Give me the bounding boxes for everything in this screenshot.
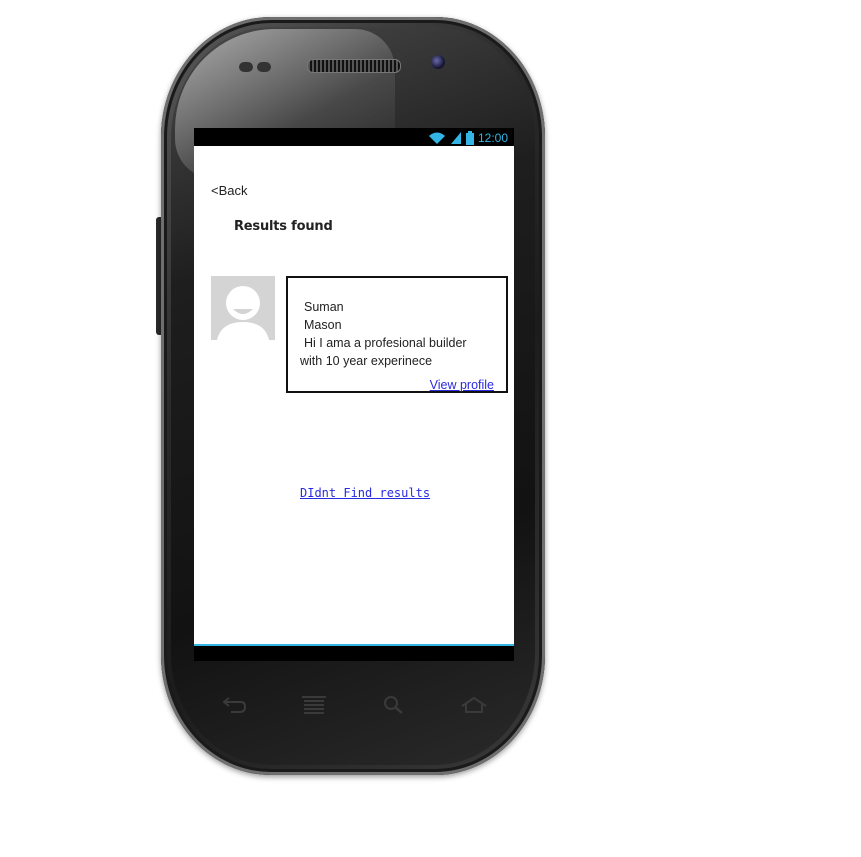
front-camera: [431, 55, 445, 69]
status-icons: 12:00: [428, 130, 508, 146]
light-sensor: [257, 62, 271, 72]
battery-icon: [465, 131, 474, 145]
home-nav-icon: [461, 696, 487, 713]
earpiece-speaker: [307, 59, 401, 73]
recent-apps-icon: [302, 696, 326, 714]
wifi-icon: [428, 132, 445, 144]
avatar: [211, 276, 275, 340]
result-bio-line-2: with 10 year experinece: [300, 354, 433, 368]
result-bio-line-1: Hi I ama a profesional builder: [304, 336, 467, 350]
page-title: Results found: [234, 219, 333, 234]
recent-apps-button[interactable]: [294, 690, 334, 720]
signal-icon: [450, 132, 461, 144]
result-first-name: Suman: [304, 300, 344, 314]
status-bar: 12:00: [194, 128, 514, 146]
back-nav-icon: [222, 697, 247, 713]
back-link[interactable]: <Back: [211, 183, 248, 198]
result-card: Suman Mason Hi I ama a profesional build…: [286, 276, 508, 393]
app-content: <Back Results found Suman Mason Hi I ama…: [194, 146, 514, 644]
phone-screen: 12:00 <Back Results found Suman Mason Hi…: [194, 128, 514, 661]
navigation-bar: [194, 680, 514, 730]
search-nav-button[interactable]: [374, 690, 414, 720]
home-nav-button[interactable]: [454, 690, 494, 720]
proximity-sensor: [239, 62, 253, 72]
didnt-find-results-link[interactable]: DIdnt Find results: [300, 486, 430, 500]
avatar-placeholder-icon: [211, 276, 275, 340]
view-profile-link[interactable]: View profile: [430, 378, 494, 392]
status-time: 12:00: [477, 131, 508, 145]
back-nav-button[interactable]: [214, 690, 254, 720]
search-nav-icon: [384, 696, 403, 714]
bottom-accent-line: [194, 644, 514, 646]
result-last-name: Mason: [304, 318, 342, 332]
